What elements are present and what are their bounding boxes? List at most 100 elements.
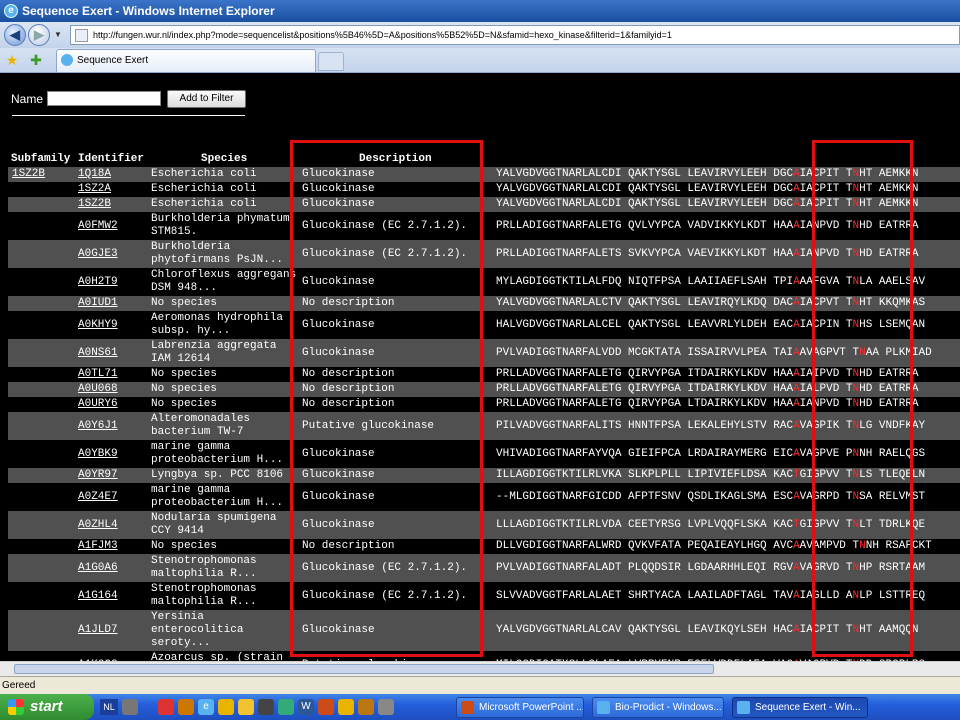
identifier-link[interactable]: A1G164 [78, 590, 148, 603]
task-sequence-exert[interactable]: Sequence Exert - Win... [732, 697, 868, 718]
sequence-segment: ILLAGDIGGTKTILRLVKA SLKPLPLL LIPIVIEFLDS… [496, 469, 794, 481]
identifier-link[interactable]: A0ZHL4 [78, 519, 148, 532]
identifier-link[interactable]: 1Q18A [78, 168, 148, 181]
highlighted-residue: A [793, 318, 800, 331]
species-cell: Burkholderia phymatum STM815. [151, 213, 297, 238]
identifier-link[interactable]: A1JLD7 [78, 624, 148, 637]
identifier-link[interactable]: A0URY6 [78, 398, 148, 411]
start-label: start [30, 698, 63, 715]
position-highlight-box [812, 140, 913, 657]
name-input[interactable] [47, 91, 161, 106]
identifier-link[interactable]: A0NS61 [78, 347, 148, 360]
identifier-link[interactable]: A0TL71 [78, 368, 148, 381]
highlighted-residue: A [793, 383, 800, 395]
sequence-segment: PRLLADVGGTNARFALETG QIRVYPGA LTDAIRKYLKD… [496, 398, 794, 410]
status-text: Gereed [2, 680, 36, 691]
quicklaunch-app-icon[interactable] [358, 699, 374, 715]
highlighted-residue: A [793, 297, 800, 309]
back-button[interactable]: ◀ [4, 24, 26, 46]
tab-sequence-exert[interactable]: Sequence Exert [56, 49, 316, 72]
highlighted-residue: A [793, 624, 800, 636]
species-cell: No species [151, 383, 218, 395]
status-bar: Gereed [0, 676, 960, 694]
species-cell: Alteromonadales bacterium TW-7 [151, 413, 257, 438]
sequence-segment: SLVVADVGGTFARLALAET SHRTYACA LAAILADFTAG… [496, 589, 794, 602]
identifier-link[interactable]: A0Z4E7 [78, 491, 148, 504]
windows-flag-icon [8, 699, 24, 715]
powerpoint-icon [461, 701, 474, 714]
add-to-filter-button[interactable]: Add to Filter [167, 90, 246, 108]
sequence-segment: --MLGDIGGTNARFGICDD AFPTFSNV QSDLIKAGLSM… [496, 490, 794, 503]
page-content: Name Add to Filter Subfamily Identifier … [0, 74, 960, 661]
header-species: Species [201, 153, 248, 165]
identifier-link[interactable]: A1FJM3 [78, 540, 148, 553]
start-button[interactable]: start [0, 694, 94, 720]
task-powerpoint[interactable]: Microsoft PowerPoint ... [456, 697, 584, 718]
highlighted-residue: T [793, 518, 800, 531]
new-tab-button[interactable] [318, 52, 344, 71]
address-bar[interactable]: http://fungen.wur.nl/index.php?mode=sequ… [70, 25, 960, 45]
species-cell: Stenotrophomonas maltophilia R... [151, 583, 264, 608]
species-cell: Escherichia coli [151, 198, 257, 210]
quicklaunch-app-icon[interactable] [178, 699, 194, 715]
highlighted-residue: A [793, 447, 800, 460]
keyboard-icon[interactable] [122, 699, 138, 715]
language-indicator[interactable]: NL [100, 699, 118, 715]
identifier-link[interactable]: A0FMW2 [78, 220, 148, 233]
add-favorites-icon[interactable]: ✚ [28, 52, 44, 68]
sequence-segment: YALVGDVGGTNARLALCDI QAKTYSGL LEAVIRVYLEE… [496, 168, 794, 180]
identifier-link[interactable]: 1SZ2B [78, 198, 148, 211]
sequence-segment: MYLAGDIGGTKTILALFDQ NIQTFPSA LAAIIAEFLSA… [496, 275, 794, 288]
identifier-link[interactable]: A0H2T9 [78, 276, 148, 289]
identifier-link[interactable]: A0Y6J1 [78, 420, 148, 433]
ie-logo-icon: e [4, 4, 18, 18]
identifier-link[interactable]: A0YBK9 [78, 448, 148, 461]
highlighted-residue: A [793, 219, 800, 232]
highlighted-residue: A [793, 540, 800, 552]
identifier-link[interactable]: A0U068 [78, 383, 148, 396]
identifier-link[interactable]: A0GJE3 [78, 248, 148, 261]
highlighted-residue: A [793, 589, 800, 602]
quicklaunch-app-icon[interactable] [378, 699, 394, 715]
sequence-segment: VHIVADIGGTNARFAYVQA GIEIFPCA LRDAIRAYMER… [496, 447, 794, 460]
quicklaunch-word-icon[interactable]: W [298, 699, 314, 715]
quicklaunch-app-icon[interactable] [278, 699, 294, 715]
browser-window: e Sequence Exert - Windows Internet Expl… [0, 0, 960, 720]
species-cell: Lyngbya sp. PCC 8106 [151, 469, 284, 481]
identifier-link[interactable]: A0IUD1 [78, 297, 148, 310]
species-cell: No species [151, 297, 218, 309]
quicklaunch-ie-icon[interactable]: e [198, 699, 214, 715]
subfamily-link[interactable]: 1SZ2B [12, 168, 76, 181]
horizontal-scrollbar[interactable] [0, 661, 960, 676]
quicklaunch-app-icon[interactable] [338, 699, 354, 715]
species-cell: Labrenzia aggregata IAM 12614 [151, 340, 284, 365]
quicklaunch-folder-icon[interactable] [238, 699, 254, 715]
identifier-link[interactable]: A0KHY9 [78, 319, 148, 332]
identifier-link[interactable]: A1G0A6 [78, 562, 148, 575]
sequence-segment: YALVGDVGGTNARLALCTV QAKTYSGL LEAVIRQYLKD… [496, 297, 794, 309]
sequence-segment: PILVADVGGTNARFALITS HNNTFPSA LEKALEHYLST… [496, 419, 794, 432]
sequence-segment: PRLLADVGGTNARFALETG QIRVYPGA ITDAIRKYLKD… [496, 368, 794, 380]
task-bio-prodict[interactable]: Bio-Prodict - Windows... [592, 697, 724, 718]
species-cell: No species [151, 368, 218, 380]
identifier-link[interactable]: 1SZ2A [78, 183, 148, 196]
species-cell: No species [151, 540, 218, 552]
favorites-star-icon[interactable]: ★ [4, 52, 20, 68]
quicklaunch-app-icon[interactable] [158, 699, 174, 715]
species-cell: Nodularia spumigena CCY 9414 [151, 512, 284, 537]
highlighted-residue: A [793, 561, 800, 574]
quicklaunch-powerpoint-icon[interactable] [318, 699, 334, 715]
species-cell: Chloroflexus aggregans DSM 948... [151, 269, 297, 294]
recent-pages-dropdown-icon[interactable]: ▼ [54, 30, 62, 40]
divider [12, 115, 245, 116]
species-cell: Burkholderia phytofirmans PsJN... [151, 241, 284, 266]
scrollbar-thumb[interactable] [14, 664, 714, 674]
identifier-link[interactable]: A0YR97 [78, 469, 148, 482]
task-label: Microsoft PowerPoint ... [479, 702, 584, 713]
forward-button[interactable]: ▶ [28, 24, 50, 46]
ie-icon [597, 701, 610, 714]
quicklaunch-folder-icon[interactable] [218, 699, 234, 715]
sequence-segment: HALVGDVGGTNARLALCEL QAKTYSGL LEAVVRLYLDE… [496, 318, 794, 331]
quicklaunch-media-icon[interactable] [258, 699, 274, 715]
species-cell: Yersinia enterocolitica seroty... [151, 611, 251, 649]
